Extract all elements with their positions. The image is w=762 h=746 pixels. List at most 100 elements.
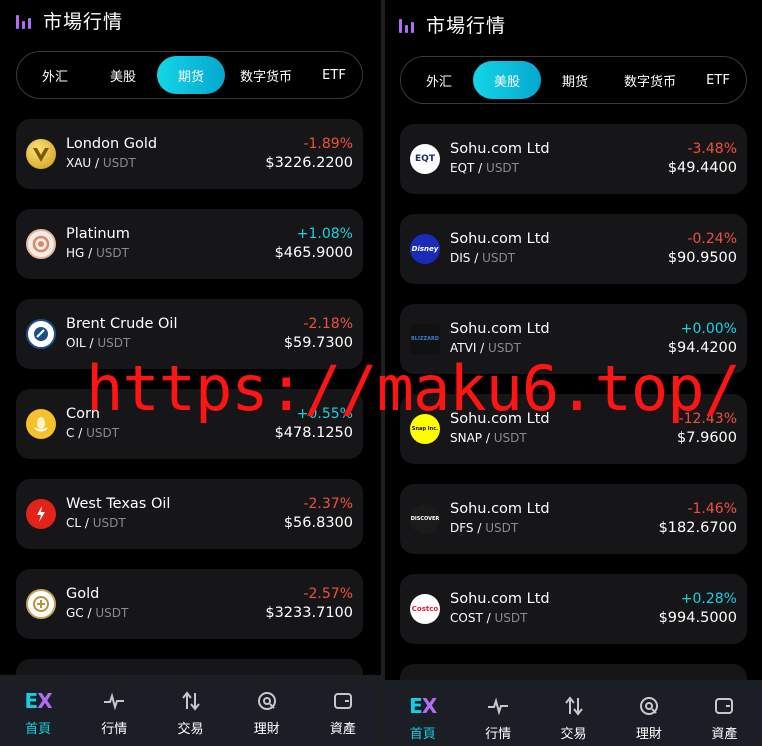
category-tabs: 外汇 美股 期货 数字货币 ETF (400, 56, 747, 104)
corn-logo (26, 409, 56, 439)
trading-pair: DFS / USDT (450, 521, 519, 535)
change-percent: +0.00% (680, 321, 737, 337)
nav-market[interactable]: 行情 (76, 675, 152, 746)
wti-logo (26, 499, 56, 529)
market-item-card[interactable]: Disney Sohu.com Ltd DIS / USDT -0.24% $9… (400, 214, 747, 284)
change-percent: -3.48% (687, 141, 737, 157)
disney-logo: Disney (410, 234, 440, 264)
swap-arrows-icon (561, 694, 587, 718)
change-percent: -1.46% (687, 501, 737, 517)
trading-pair: C / USDT (66, 426, 120, 440)
change-percent: -1.89% (303, 136, 353, 152)
tab-crypto[interactable]: 数字货币 (225, 56, 307, 94)
eqt-logo: EQT (410, 144, 440, 174)
asset-name: Sohu.com Ltd (450, 231, 550, 247)
ex-logo-icon: EX (409, 694, 437, 718)
watermark-text: https://maku6.top/ (86, 352, 741, 425)
market-item-card[interactable]: West Texas Oil CL / USDT -2.37% $56.8300 (16, 479, 363, 549)
market-item-card[interactable]: EQT Sohu.com Ltd EQT / USDT -3.48% $49.4… (400, 124, 747, 194)
price: $478.1250 (274, 425, 353, 441)
tab-etf[interactable]: ETF (691, 61, 745, 99)
tab-crypto[interactable]: 数字货币 (609, 61, 691, 99)
category-tabs: 外汇 美股 期货 数字货币 ETF (16, 51, 363, 99)
pulse-icon (485, 694, 511, 718)
change-percent: -0.24% (687, 231, 737, 247)
change-percent: -2.37% (303, 496, 353, 512)
bottom-nav: EX 首頁 行情 交易 理財 資產 (0, 675, 381, 746)
market-item-card[interactable]: London Gold XAU / USDT -1.89% $3226.2200 (16, 119, 363, 189)
nav-finance[interactable]: 理財 (611, 680, 686, 746)
asset-name: Sohu.com Ltd (450, 321, 550, 337)
gold-logo (26, 589, 56, 619)
nav-assets[interactable]: 資產 (687, 680, 762, 746)
nav-market[interactable]: 行情 (460, 680, 535, 746)
pulse-icon (101, 689, 127, 713)
market-item-card[interactable]: Gold GC / USDT -2.57% $3233.7100 (16, 569, 363, 639)
tab-forex[interactable]: 外汇 (405, 61, 473, 99)
nav-home[interactable]: EX 首頁 (385, 680, 460, 746)
finance-icon (636, 694, 662, 718)
market-item-card[interactable]: Platinum HG / USDT +1.08% $465.9000 (16, 209, 363, 279)
asset-name: Sohu.com Ltd (450, 501, 550, 517)
change-percent: +0.28% (680, 591, 737, 607)
brent-logo (26, 319, 56, 349)
page-header: 市場行情 (399, 12, 507, 37)
page-title: 市場行情 (43, 10, 124, 33)
market-item-card[interactable]: Costco Sohu.com Ltd COST / USDT +0.28% $… (400, 574, 747, 644)
trading-pair: SNAP / USDT (450, 431, 527, 445)
nav-trade[interactable]: 交易 (152, 675, 228, 746)
nav-trade[interactable]: 交易 (536, 680, 611, 746)
bar-chart-icon (399, 15, 417, 33)
price: $7.9600 (677, 430, 737, 446)
trading-pair: HG / USDT (66, 246, 129, 260)
asset-name: Sohu.com Ltd (450, 141, 550, 157)
page-header: 市場行情 (16, 8, 124, 33)
tab-etf[interactable]: ETF (307, 56, 361, 94)
bottom-nav: EX 首頁 行情 交易 理財 資產 (385, 680, 762, 746)
wallet-icon (330, 689, 356, 713)
tab-forex[interactable]: 外汇 (21, 56, 89, 94)
nav-assets[interactable]: 資產 (305, 675, 381, 746)
tab-us-stocks[interactable]: 美股 (473, 61, 541, 99)
finance-icon (254, 689, 280, 713)
tab-futures[interactable]: 期货 (541, 61, 609, 99)
london-gold-logo (26, 139, 56, 169)
market-item-card[interactable]: DISCOVER Sohu.com Ltd DFS / USDT -1.46% … (400, 484, 747, 554)
change-percent: -2.57% (303, 586, 353, 602)
discover-logo: DISCOVER (410, 504, 440, 534)
costco-logo: Costco (410, 594, 440, 624)
tab-futures[interactable]: 期货 (157, 56, 225, 94)
trading-pair: EQT / USDT (450, 161, 520, 175)
change-percent: +1.08% (296, 226, 353, 242)
asset-name: West Texas Oil (66, 496, 171, 512)
asset-name: Sohu.com Ltd (450, 591, 550, 607)
trading-pair: DIS / USDT (450, 251, 516, 265)
asset-name: Platinum (66, 226, 130, 242)
price: $182.6700 (658, 520, 737, 536)
nav-home[interactable]: EX 首頁 (0, 675, 76, 746)
ex-logo-icon: EX (24, 689, 53, 713)
asset-name: Brent Crude Oil (66, 316, 178, 332)
trading-pair: OIL / USDT (66, 336, 131, 350)
price: $90.9500 (667, 250, 737, 266)
tab-us-stocks[interactable]: 美股 (89, 56, 157, 94)
nav-finance[interactable]: 理財 (229, 675, 305, 746)
trading-pair: COST / USDT (450, 611, 528, 625)
wallet-icon (711, 694, 737, 718)
price: $3226.2200 (265, 155, 353, 171)
change-percent: -2.18% (303, 316, 353, 332)
price: $59.7300 (283, 335, 353, 351)
price: $49.4400 (667, 160, 737, 176)
activision-logo: BLIZZARD (410, 324, 440, 354)
swap-arrows-icon (178, 689, 204, 713)
platinum-logo (26, 229, 56, 259)
price: $994.5000 (658, 610, 737, 626)
trading-pair: XAU / USDT (66, 156, 136, 170)
page-title: 市場行情 (426, 14, 507, 37)
trading-pair: CL / USDT (66, 516, 126, 530)
price: $3233.7100 (265, 605, 353, 621)
price: $56.8300 (283, 515, 353, 531)
asset-name: Gold (66, 586, 100, 602)
trading-pair: GC / USDT (66, 606, 129, 620)
bar-chart-icon (16, 11, 34, 29)
